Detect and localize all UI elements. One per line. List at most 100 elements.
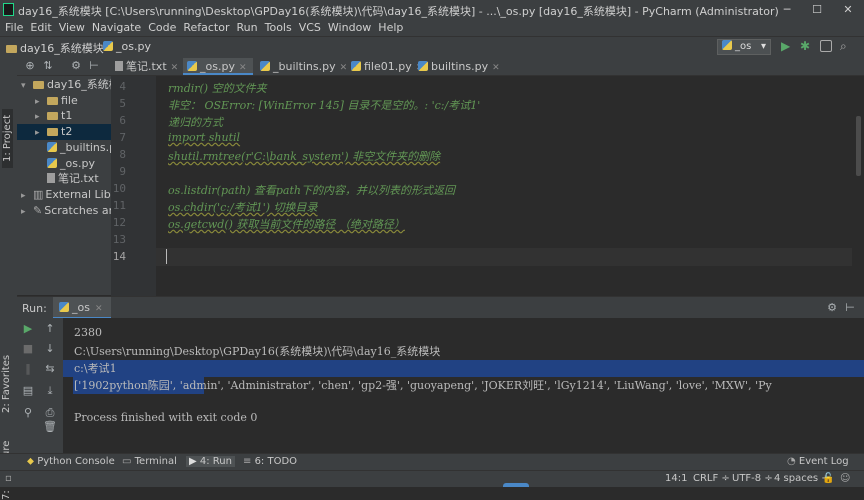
editor-tab[interactable]: _os.py ✕ — [183, 58, 253, 75]
rerun-icon[interactable]: ▶ — [21, 322, 35, 335]
lock-icon[interactable]: 🔓 — [822, 473, 834, 484]
tree-item-label: 笔记.txt — [58, 172, 99, 186]
expand-arrow-icon[interactable]: ▸ — [21, 188, 33, 204]
editor-tab[interactable]: builtins.py ✕ — [414, 58, 500, 75]
search-icon[interactable]: ⌕ — [840, 39, 847, 54]
window-title: day16_系统模块 [C:\Users\running\Desktop\GPD… — [18, 5, 779, 18]
console-line: 2380 — [74, 326, 102, 339]
menu-view[interactable]: View — [57, 20, 87, 36]
debug-icon[interactable]: ✱ — [800, 39, 810, 53]
menu-vcs[interactable]: VCS — [297, 20, 323, 36]
python-console-label: Python Console — [37, 456, 115, 467]
menu-refactor[interactable]: Refactor — [181, 20, 231, 36]
menu-help[interactable]: Help — [376, 20, 405, 36]
layout-icon[interactable]: ▤ — [21, 384, 35, 397]
tree-item[interactable]: ▸✎Scratches and — [17, 203, 111, 219]
code-line: rmdir() 空的文件夹 — [168, 82, 267, 95]
menu-file[interactable]: File — [3, 20, 25, 36]
console-line: 2380 — [74, 318, 102, 321]
python-file-icon — [47, 141, 57, 152]
run-icon[interactable]: ▶ — [781, 39, 790, 53]
expand-arrow-icon[interactable]: ▸ — [35, 125, 47, 141]
favorites-tool-button[interactable]: 2: Favorites — [1, 355, 12, 413]
collapse-icon[interactable]: ⇅ — [41, 59, 55, 72]
pause-icon[interactable]: ‖ — [21, 362, 35, 375]
line-number: 4 — [119, 80, 126, 93]
layout-icon[interactable]: ▫ — [5, 473, 12, 484]
stop-icon[interactable]: ■ — [21, 342, 35, 355]
soft-wrap-icon[interactable]: ⇆ — [43, 362, 57, 375]
close-icon[interactable]: ✕ — [171, 63, 179, 73]
line-number: 5 — [119, 97, 126, 110]
line-number: 10 — [112, 182, 126, 195]
tree-item[interactable]: ▸ t2 — [17, 124, 111, 141]
menu-edit[interactable]: Edit — [28, 20, 53, 36]
tree-item[interactable]: ▸ t1 — [17, 108, 111, 124]
gear-icon[interactable]: ⚙ — [69, 59, 83, 72]
tree-item[interactable]: _builtins.p — [17, 140, 111, 156]
todo-button[interactable]: ≡ 6: TODO — [243, 456, 297, 467]
hide-icon[interactable]: ⊢ — [87, 59, 101, 72]
minimize-button[interactable]: ─ — [773, 0, 801, 20]
editor-tab-label: _builtins.py — [273, 60, 336, 73]
expand-arrow-icon[interactable]: ▸ — [21, 204, 33, 220]
expand-arrow-icon[interactable]: ▸ — [35, 109, 47, 125]
caret-position[interactable]: 14:1 — [665, 473, 687, 484]
editor-tab[interactable]: file01.py✕ — [347, 58, 423, 75]
maximize-button[interactable]: ☐ — [803, 0, 831, 20]
trash-icon[interactable]: 🗑 — [43, 420, 57, 433]
coverage-icon[interactable] — [820, 40, 832, 52]
pin-icon[interactable]: ⚲ — [21, 406, 35, 419]
run-tool-button[interactable]: ▶ 4: Run — [186, 456, 235, 467]
menu-code[interactable]: Code — [146, 20, 178, 36]
project-tool-button[interactable]: 1: Project — [2, 108, 13, 168]
close-icon[interactable]: ✕ — [95, 304, 103, 314]
breadcrumb-file[interactable]: _os.py — [103, 40, 151, 53]
file-encoding[interactable]: UTF-8 ÷ — [732, 473, 773, 484]
text-file-icon — [115, 61, 123, 71]
run-label: Run: — [22, 302, 47, 315]
close-button[interactable]: ✕ — [834, 0, 862, 20]
expand-arrow-icon[interactable]: ▸ — [35, 94, 47, 110]
editor-scrollbar[interactable] — [852, 76, 864, 296]
editor-tab-label: file01.py — [364, 60, 412, 73]
terminal-button[interactable]: ▭ Terminal — [122, 456, 177, 467]
menu-run[interactable]: Run — [235, 20, 260, 36]
breadcrumb-project[interactable]: day16_系统模块 — [6, 40, 104, 56]
run-tab[interactable]: _os ✕ — [53, 297, 111, 319]
scrollbar-thumb[interactable] — [856, 116, 861, 176]
python-console-button[interactable]: ⬥ Python Console — [27, 456, 115, 467]
editor-tab[interactable]: _builtins.py ✕ — [256, 58, 347, 75]
inspector-icon[interactable]: ☺ — [840, 473, 850, 484]
event-log-button[interactable]: ◔ Event Log — [787, 456, 849, 467]
code-editor[interactable]: rmdir() 空的文件夹 非空： OSError: [WinError 145]… — [156, 76, 852, 296]
menu-navigate[interactable]: Navigate — [90, 20, 143, 36]
editor-tab[interactable]: 笔记.txt ✕ — [111, 58, 181, 75]
tree-item[interactable]: 笔记.txt — [17, 171, 111, 187]
folder-icon — [47, 128, 58, 137]
gear-icon[interactable]: ⚙ — [825, 301, 839, 314]
locate-icon[interactable]: ⊕ — [23, 59, 37, 72]
line-separator[interactable]: CRLF ÷ — [693, 473, 730, 484]
tree-item-label: file — [61, 93, 78, 107]
tree-item-label: day16_系统模 — [47, 78, 111, 91]
menu-tools[interactable]: Tools — [263, 20, 294, 36]
close-icon[interactable]: ✕ — [492, 63, 500, 73]
expand-arrow-icon[interactable]: ▾ — [21, 78, 33, 94]
tree-item[interactable]: ▸▥External Libra — [17, 187, 111, 203]
hide-icon[interactable]: ⊢ — [843, 301, 857, 314]
arrow-down-icon[interactable]: ↓ — [43, 342, 57, 355]
menu-window[interactable]: Window — [326, 20, 373, 36]
tree-item[interactable]: ▾ day16_系统模 — [17, 77, 111, 93]
scroll-to-end-icon[interactable]: ⤓ — [43, 384, 57, 398]
todo-label: 6: TODO — [254, 456, 298, 467]
tree-item[interactable]: _os.py — [17, 156, 111, 172]
print-icon[interactable]: ⎙ — [43, 406, 57, 420]
close-icon[interactable]: ✕ — [239, 63, 247, 73]
tree-item[interactable]: ▸ file — [17, 93, 111, 109]
run-config-select[interactable]: _os ▾ — [717, 39, 771, 55]
python-file-icon — [418, 61, 428, 71]
run-console[interactable]: 2380 2380 C:\Users\running\Desktop\GPDay16… — [63, 318, 864, 453]
arrow-up-icon[interactable]: ↑ — [43, 322, 57, 335]
title-bar: day16_系统模块 [C:\Users\running\Desktop\GPD… — [0, 0, 864, 20]
